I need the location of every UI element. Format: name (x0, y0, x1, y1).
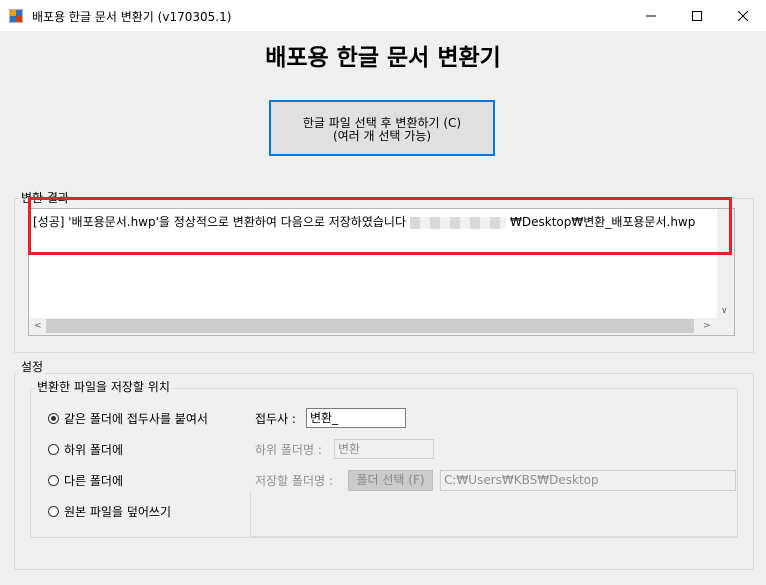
option-label: 같은 폴더에 접두사를 붙여서 (64, 412, 208, 426)
app-window-icon (9, 9, 23, 23)
radio-unselected-icon (48, 475, 59, 486)
radio-selected-icon (48, 413, 59, 424)
results-group-label: 변환 결과 (19, 191, 71, 205)
maximize-icon (692, 10, 702, 21)
subfolder-label: 하위 폴더명 : (255, 443, 322, 457)
radio-unselected-icon (48, 444, 59, 455)
subfolder-input[interactable]: 변환 (334, 439, 434, 459)
select-folder-button[interactable]: 폴더 선택 (F) (348, 470, 433, 491)
save-location-label: 변환한 파일을 저장할 위치 (35, 380, 172, 394)
option-label: 다른 폴더에 (64, 474, 124, 488)
save-folder-label: 저장할 폴더명 : (255, 474, 333, 488)
redacted-path-segment (410, 216, 507, 229)
minimize-icon (646, 15, 656, 16)
page-title: 배포용 한글 문서 변환기 (265, 45, 501, 71)
settings-group-label: 설정 (19, 360, 46, 374)
minimize-button[interactable] (628, 0, 674, 31)
horizontal-scrollbar[interactable]: < > (29, 318, 734, 335)
result-saved-path: ₩Desktop₩변환_배포용문서.hwp (510, 215, 696, 229)
title-bar: 배포용 한글 문서 변환기 (v170305.1) (0, 0, 766, 31)
option-other-folder[interactable]: 다른 폴더에 (48, 472, 123, 489)
option-label: 하위 폴더에 (64, 443, 124, 457)
folder-path-input[interactable]: C:₩Users₩KBS₩Desktop (440, 470, 736, 491)
option-same-folder-prefix[interactable]: 같은 폴더에 접두사를 붙여서 (48, 410, 208, 427)
convert-button-sublabel: (여러 개 선택 가능) (332, 129, 432, 143)
result-log-line: [성공] '배포용문서.hwp'을 정상적으로 변환하여 다음으로 저장하였습니… (33, 213, 695, 230)
option-overwrite-original[interactable]: 원본 파일을 덮어쓰기 (48, 503, 171, 520)
convert-file-button[interactable]: 한글 파일 선택 후 변환하기 (C) (여러 개 선택 가능) (269, 100, 495, 156)
scroll-down-icon[interactable]: ∨ (721, 306, 728, 316)
vertical-scrollbar[interactable]: ∨ (717, 209, 734, 320)
window-title: 배포용 한글 문서 변환기 (v170305.1) (32, 10, 232, 24)
option-subfolder[interactable]: 하위 폴더에 (48, 441, 123, 458)
result-log[interactable]: [성공] '배포용문서.hwp'을 정상적으로 변환하여 다음으로 저장하였습니… (28, 208, 735, 336)
scroll-right-icon[interactable]: > (703, 321, 711, 331)
option-label: 원본 파일을 덮어쓰기 (64, 505, 171, 519)
close-icon (738, 10, 748, 21)
scroll-left-icon[interactable]: < (34, 321, 42, 331)
result-message: [성공] '배포용문서.hwp'을 정상적으로 변환하여 다음으로 저장하였습니… (33, 215, 407, 229)
app-window: 배포용 한글 문서 변환기 (v170305.1) 배포용 한글 문서 변환기 … (0, 0, 766, 585)
radio-unselected-icon (48, 506, 59, 517)
prefix-input[interactable]: 변환_ (306, 408, 406, 428)
folder-path-frame (250, 491, 738, 537)
horizontal-scroll-thumb[interactable] (46, 319, 694, 333)
close-button[interactable] (720, 0, 766, 31)
prefix-label: 접두사 : (255, 412, 296, 426)
maximize-button[interactable] (674, 0, 720, 31)
